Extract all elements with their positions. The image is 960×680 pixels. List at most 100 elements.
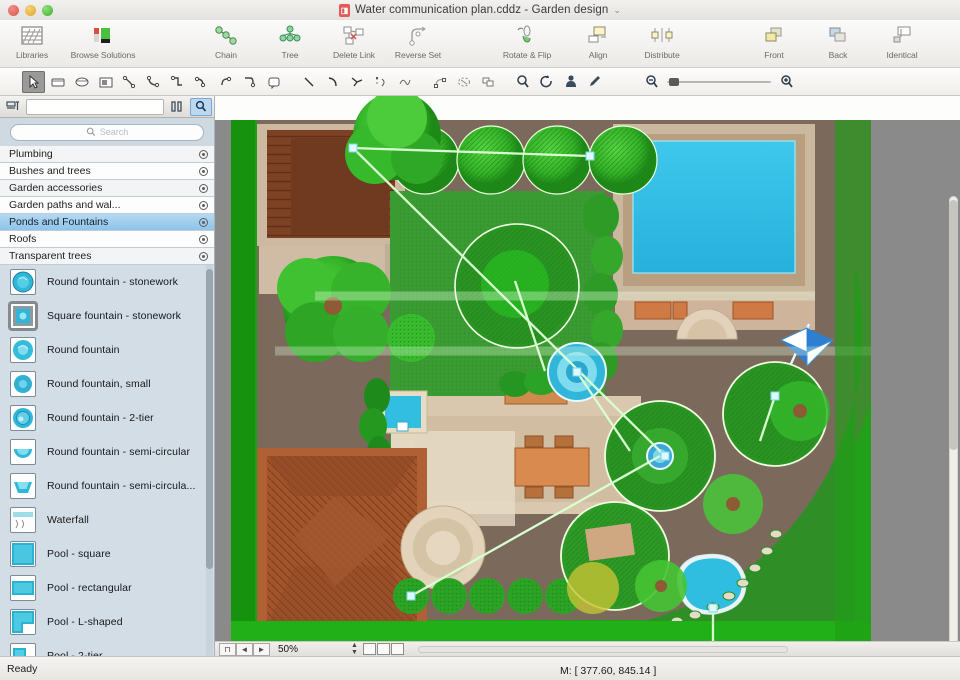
library-item-transparent-trees[interactable]: Transparent trees bbox=[0, 248, 214, 265]
rotate-icon[interactable] bbox=[535, 71, 558, 93]
library-options-icon[interactable] bbox=[199, 217, 208, 227]
list-item[interactable]: Round fountain - stonework bbox=[0, 265, 214, 299]
page-view-1[interactable] bbox=[363, 643, 377, 655]
page-view-buttons[interactable] bbox=[363, 643, 405, 655]
library-options-icon[interactable] bbox=[199, 183, 208, 193]
library-stack-icon[interactable] bbox=[2, 98, 24, 116]
zoom-slider-knob[interactable] bbox=[669, 77, 679, 86]
zoom-slider-track[interactable] bbox=[667, 77, 771, 86]
arc-connector-tool[interactable] bbox=[214, 71, 237, 93]
list-item[interactable]: Square fountain - stonework bbox=[0, 299, 214, 333]
bezier-tool[interactable] bbox=[369, 71, 392, 93]
round-fountain-2tier-thumb[interactable] bbox=[10, 405, 36, 431]
zoom-in-icon[interactable] bbox=[775, 71, 798, 93]
library-item-ponds-and-fountains[interactable]: Ponds and Fountains bbox=[0, 214, 214, 231]
library-options-icon[interactable] bbox=[199, 200, 208, 210]
group-tool[interactable] bbox=[476, 71, 499, 93]
distribute-button[interactable]: Distribute bbox=[630, 20, 694, 66]
library-item-garden-accessories[interactable]: Garden accessories bbox=[0, 180, 214, 197]
delete-link-button[interactable]: Delete Link bbox=[322, 20, 386, 66]
hand-icon[interactable] bbox=[559, 71, 582, 93]
next-page-button[interactable]: ► bbox=[253, 642, 270, 656]
canvas-vertical-scrollbar-thumb[interactable] bbox=[949, 200, 958, 450]
pool-rectangular-thumb[interactable] bbox=[10, 575, 36, 601]
freeform-tool[interactable] bbox=[393, 71, 416, 93]
search-icon[interactable] bbox=[190, 97, 212, 116]
pointer-tool[interactable] bbox=[22, 70, 45, 93]
list-item[interactable]: Waterfall bbox=[0, 503, 214, 537]
align-button[interactable]: Align bbox=[566, 20, 630, 66]
chain-button[interactable]: Chain bbox=[194, 20, 258, 66]
zoom-slider[interactable] bbox=[640, 71, 798, 93]
list-item[interactable]: Round fountain bbox=[0, 333, 214, 367]
straight-line-tool[interactable] bbox=[297, 71, 320, 93]
round-fountain-thumb[interactable] bbox=[10, 337, 36, 363]
eyedropper-icon[interactable] bbox=[583, 71, 606, 93]
reverse-set-button[interactable]: Reverse Set bbox=[386, 20, 450, 66]
round-fountain-semicircular-2-thumb[interactable] bbox=[10, 473, 36, 499]
zoom-out-icon[interactable] bbox=[640, 71, 663, 93]
library-item-roofs[interactable]: Roofs bbox=[0, 231, 214, 248]
library-filter-field[interactable] bbox=[26, 98, 164, 115]
canvas-horizontal-scrollbar[interactable] bbox=[418, 645, 789, 653]
window-title: Water communication plan.cddz - Garden d… bbox=[355, 4, 609, 16]
list-item[interactable]: Round fountain, small bbox=[0, 367, 214, 401]
title-caret-icon[interactable]: ⌄ bbox=[613, 5, 621, 16]
fit-page-button[interactable]: ⊓ bbox=[219, 642, 236, 656]
library-options-icon[interactable] bbox=[199, 251, 208, 261]
libraries-button[interactable]: Libraries bbox=[0, 20, 64, 66]
pool-l-shaped-thumb[interactable] bbox=[10, 609, 36, 635]
rotate-flip-button[interactable]: Rotate & Flip bbox=[488, 20, 566, 66]
list-item[interactable]: Pool - rectangular bbox=[0, 571, 214, 605]
bring-front-button[interactable]: Front bbox=[742, 20, 806, 66]
line-connector-tool[interactable] bbox=[118, 71, 141, 93]
square-fountain-stonework-thumb[interactable] bbox=[10, 303, 36, 329]
shape-list[interactable]: Round fountain - stonework Square founta… bbox=[0, 265, 214, 658]
waterfall-thumb[interactable] bbox=[10, 507, 36, 533]
text-box-tool[interactable] bbox=[94, 71, 117, 93]
list-item[interactable]: Round fountain - semi-circular bbox=[0, 435, 214, 469]
callout-tool[interactable] bbox=[262, 71, 285, 93]
library-options-icon[interactable] bbox=[199, 149, 208, 159]
list-item[interactable]: Round fountain - 2-tier bbox=[0, 401, 214, 435]
rounded-connector-tool[interactable] bbox=[190, 71, 213, 93]
prev-page-button[interactable]: ◄ bbox=[236, 642, 253, 656]
library-options-icon[interactable] bbox=[199, 234, 208, 244]
list-item[interactable]: Pool - L-shaped bbox=[0, 605, 214, 639]
send-back-button[interactable]: Back bbox=[806, 20, 870, 66]
bottom-hedge bbox=[393, 578, 581, 614]
round-fountain-semicircular-thumb[interactable] bbox=[10, 439, 36, 465]
lasso-tool[interactable] bbox=[452, 71, 475, 93]
edit-points-tool[interactable] bbox=[428, 71, 451, 93]
zoom-level-value[interactable]: 50% bbox=[270, 644, 298, 655]
library-item-garden-paths-and-walls[interactable]: Garden paths and wal... bbox=[0, 197, 214, 214]
identical-button[interactable]: Identical bbox=[870, 20, 934, 66]
library-item-bushes-and-trees[interactable]: Bushes and trees bbox=[0, 163, 214, 180]
magnifier-icon[interactable] bbox=[511, 71, 534, 93]
list-item[interactable]: Pool - square bbox=[0, 537, 214, 571]
smart-connector-tool[interactable] bbox=[238, 71, 261, 93]
library-item-plumbing[interactable]: Plumbing bbox=[0, 146, 214, 163]
list-item[interactable]: Round fountain - semi-circula... bbox=[0, 469, 214, 503]
title-bar: ◨ Water communication plan.cddz - Garden… bbox=[0, 0, 960, 20]
shape-list-scrollbar-thumb[interactable] bbox=[206, 269, 213, 569]
round-fountain-stonework-thumb[interactable] bbox=[10, 269, 36, 295]
tree-button[interactable]: Tree bbox=[258, 20, 322, 66]
search-input[interactable]: Search bbox=[10, 123, 204, 141]
polyline-tool[interactable] bbox=[345, 71, 368, 93]
page-view-3[interactable] bbox=[391, 643, 405, 655]
garden-design-drawing[interactable] bbox=[215, 96, 960, 641]
curve-connector-tool[interactable] bbox=[142, 71, 165, 93]
browse-solutions-button[interactable]: Browse Solutions bbox=[64, 20, 142, 66]
round-fountain-small-thumb[interactable] bbox=[10, 371, 36, 397]
pool-square-thumb[interactable] bbox=[10, 541, 36, 567]
arc-line-tool[interactable] bbox=[321, 71, 344, 93]
elbow-connector-tool[interactable] bbox=[166, 71, 189, 93]
ellipse-tool[interactable] bbox=[70, 71, 93, 93]
columns-view-icon[interactable] bbox=[166, 98, 188, 116]
library-options-icon[interactable] bbox=[199, 166, 208, 176]
page-view-2[interactable] bbox=[377, 643, 391, 655]
zoom-stepper[interactable]: ▲ ▼ bbox=[350, 642, 359, 656]
rectangle-tool[interactable] bbox=[46, 71, 69, 93]
canvas-area[interactable] bbox=[215, 96, 960, 641]
